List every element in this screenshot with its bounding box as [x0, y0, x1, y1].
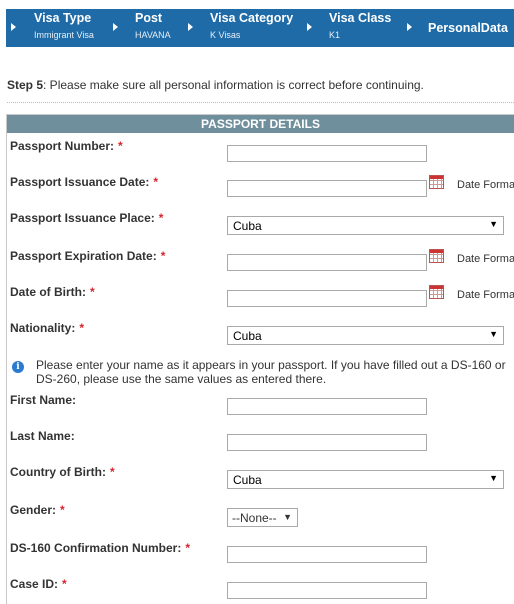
gender-label: Gender: *: [10, 503, 65, 517]
required-marker: *: [62, 577, 67, 591]
passport-issuance-place-label: Passport Issuance Place: *: [10, 211, 163, 225]
breadcrumb: Visa Type Immigrant Visa Post HAVANA Vis…: [6, 9, 514, 47]
chevron-down-icon: ▼: [489, 219, 498, 229]
chevron-right-icon: [307, 23, 312, 31]
calendar-icon[interactable]: [429, 285, 444, 299]
breadcrumb-title: PersonalData: [428, 21, 508, 35]
section-header: PASSPORT DETAILS: [7, 115, 514, 133]
country-of-birth-label: Country of Birth: *: [10, 465, 115, 479]
last-name-label: Last Name:: [10, 429, 75, 443]
passport-issuance-date-input[interactable]: [227, 180, 427, 197]
date-format-hint: Date Format: [457, 179, 514, 191]
chevron-right-icon: [11, 23, 16, 31]
first-name-input[interactable]: [227, 398, 427, 415]
date-of-birth-input[interactable]: [227, 290, 427, 307]
date-format-hint: Date Format: [457, 289, 514, 301]
required-marker: *: [90, 285, 95, 299]
required-marker: *: [185, 541, 191, 555]
info-icon: i: [12, 361, 24, 373]
label-text: Gender:: [10, 503, 57, 517]
required-marker: *: [118, 139, 123, 153]
calendar-icon[interactable]: [429, 249, 444, 263]
calendar-icon[interactable]: [429, 175, 444, 189]
breadcrumb-title: Visa Category: [210, 11, 294, 25]
required-marker: *: [160, 249, 166, 263]
date-of-birth-label: Date of Birth: *: [10, 285, 95, 299]
label-text: Passport Issuance Date:: [10, 175, 150, 189]
step-instruction: Step 5: Please make sure all personal in…: [7, 78, 424, 92]
label-text: Passport Expiration Date:: [10, 249, 157, 263]
breadcrumb-subtitle: K Visas: [210, 30, 241, 40]
label-text: Nationality:: [10, 321, 76, 335]
country-of-birth-select[interactable]: Cuba ▼: [227, 470, 504, 489]
breadcrumb-title: Post: [135, 11, 163, 25]
first-name-label: First Name:: [10, 393, 77, 407]
last-name-input[interactable]: [227, 434, 427, 451]
label-text: Passport Number:: [10, 139, 115, 153]
nationality-select[interactable]: Cuba ▼: [227, 326, 504, 345]
required-marker: *: [79, 321, 85, 335]
chevron-right-icon: [188, 23, 193, 31]
label-text: Country of Birth:: [10, 465, 106, 479]
step-number: Step 5: [7, 78, 44, 92]
divider: [7, 102, 514, 103]
required-marker: *: [158, 211, 164, 225]
chevron-right-icon: [407, 23, 412, 31]
step-text: : Please make sure all personal informat…: [43, 78, 424, 92]
required-marker: *: [109, 465, 115, 479]
required-marker: *: [153, 175, 159, 189]
chevron-down-icon: ▼: [489, 329, 498, 339]
ds160-confirmation-input[interactable]: [227, 546, 427, 563]
breadcrumb-subtitle: Immigrant Visa: [34, 30, 94, 40]
chevron-down-icon: ▼: [283, 512, 292, 522]
gender-select[interactable]: --None-- ▼: [227, 508, 298, 527]
passport-number-label: Passport Number: *: [10, 139, 123, 153]
required-marker: *: [60, 503, 65, 517]
breadcrumb-title: Visa Class: [329, 11, 392, 25]
label-text: Passport Issuance Place:: [10, 211, 155, 225]
passport-expiration-date-label: Passport Expiration Date: *: [10, 249, 165, 263]
chevron-down-icon: ▼: [489, 473, 498, 483]
selected-value: Cuba: [233, 473, 262, 487]
breadcrumb-title: Visa Type: [34, 11, 92, 25]
case-id-label: Case ID: *: [10, 577, 67, 591]
passport-name-note: Please enter your name as it appears in …: [36, 358, 506, 386]
breadcrumb-subtitle: HAVANA: [135, 30, 171, 40]
breadcrumb-subtitle: K1: [329, 30, 341, 40]
selected-value: Cuba: [233, 329, 262, 343]
passport-number-input[interactable]: [227, 145, 427, 162]
passport-issuance-date-label: Passport Issuance Date: *: [10, 175, 158, 189]
ds160-confirmation-label: DS-160 Confirmation Number: *: [10, 541, 190, 555]
passport-issuance-place-select[interactable]: Cuba ▼: [227, 216, 504, 235]
date-format-hint: Date Format: [457, 253, 514, 265]
selected-value: --None--: [232, 511, 277, 525]
nationality-label: Nationality: *: [10, 321, 84, 335]
selected-value: Cuba: [233, 219, 262, 233]
label-text: Date of Birth:: [10, 285, 86, 299]
case-id-input[interactable]: [227, 582, 427, 599]
chevron-right-icon: [113, 23, 118, 31]
label-text: DS-160 Confirmation Number:: [10, 541, 182, 555]
label-text: Case ID:: [10, 577, 59, 591]
passport-expiration-date-input[interactable]: [227, 254, 427, 271]
